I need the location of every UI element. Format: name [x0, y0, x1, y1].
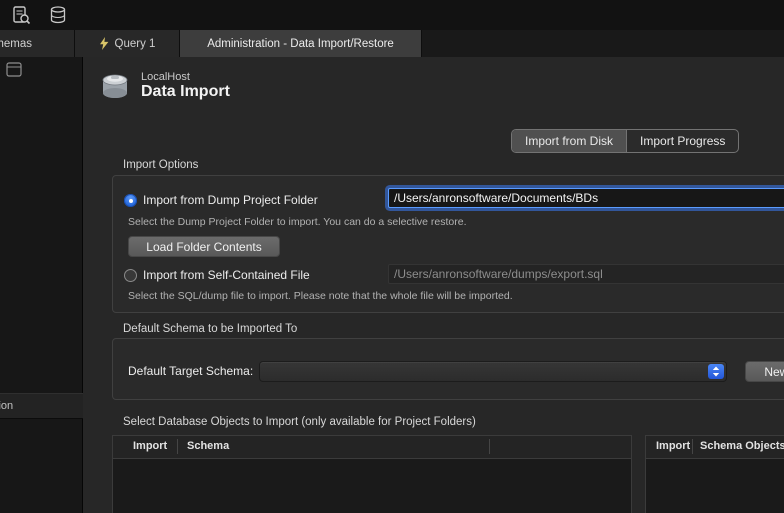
default-target-schema-label: Default Target Schema: [128, 364, 253, 378]
tab-administration-data-import[interactable]: Administration - Data Import/Restore [180, 30, 422, 57]
schemas-table-header: Import Schema [113, 436, 631, 459]
dump-folder-path-input[interactable] [388, 188, 784, 208]
panel-grid-icon[interactable] [6, 62, 22, 82]
tab-schemas-label: Schemas [0, 38, 32, 50]
tab-query-label: Query 1 [115, 38, 156, 50]
schemas-table: Import Schema [112, 435, 632, 513]
data-import-panel: LocalHost Data Import Import from Disk I… [84, 57, 784, 513]
schema-objects-table-header: Import Schema Objects [646, 436, 784, 459]
page-title: Data Import [141, 83, 230, 101]
objects-schema-objects-column-header[interactable]: Schema Objects [700, 440, 784, 452]
sidebar-section-session[interactable]: Session [0, 393, 83, 419]
sidebar: Session [0, 57, 83, 513]
tab-admin-label: Administration - Data Import/Restore [207, 38, 394, 50]
schema-objects-table: Import Schema Objects [645, 435, 784, 513]
host-label: LocalHost [141, 71, 190, 83]
column-divider [692, 439, 693, 454]
default-schema-section-label: Default Schema to be Imported To [123, 323, 297, 335]
column-divider [489, 439, 490, 454]
self-contained-help-text: Select the SQL/dump file to import. Plea… [128, 290, 513, 302]
data-import-icon [98, 68, 132, 111]
import-options-label: Import Options [123, 159, 198, 171]
objects-import-column-header[interactable]: Import [656, 440, 690, 452]
view-switch: Import from Disk Import Progress [511, 129, 739, 153]
app-window: Schemas Query 1 Administration - Data Im… [0, 0, 784, 513]
top-toolbar [0, 0, 784, 30]
schemas-schema-column-header[interactable]: Schema [187, 440, 229, 452]
session-section-label: Session [0, 400, 13, 412]
new-schema-button[interactable]: New... [745, 361, 784, 382]
dump-folder-radio[interactable] [124, 194, 137, 207]
column-divider [177, 439, 178, 454]
tab-schemas[interactable]: Schemas [0, 30, 75, 57]
import-progress-tab[interactable]: Import Progress [626, 130, 738, 152]
self-contained-path-input[interactable] [388, 264, 784, 284]
import-options-groupbox: Import from Dump Project Folder Select t… [112, 175, 784, 313]
self-contained-radio[interactable] [124, 269, 137, 282]
lightning-icon [99, 37, 109, 50]
dropdown-stepper-icon [708, 364, 724, 379]
tab-query-1[interactable]: Query 1 [75, 30, 180, 57]
default-schema-groupbox: Default Target Schema: New... [112, 338, 784, 400]
schemas-import-column-header[interactable]: Import [133, 440, 167, 452]
load-folder-contents-button[interactable]: Load Folder Contents [128, 236, 280, 257]
objects-section-label: Select Database Objects to Import (only … [123, 416, 476, 428]
editor-tab-bar: Schemas Query 1 Administration - Data Im… [0, 30, 784, 57]
self-contained-radio-label: Import from Self-Contained File [143, 268, 310, 282]
default-target-schema-dropdown[interactable] [259, 361, 727, 382]
sql-editor-icon[interactable] [10, 4, 32, 26]
dump-folder-help-text: Select the Dump Project Folder to import… [128, 216, 467, 228]
data-dump-icon[interactable] [47, 4, 69, 26]
dump-folder-radio-label: Import from Dump Project Folder [143, 193, 318, 207]
import-from-disk-tab[interactable]: Import from Disk [512, 130, 626, 152]
